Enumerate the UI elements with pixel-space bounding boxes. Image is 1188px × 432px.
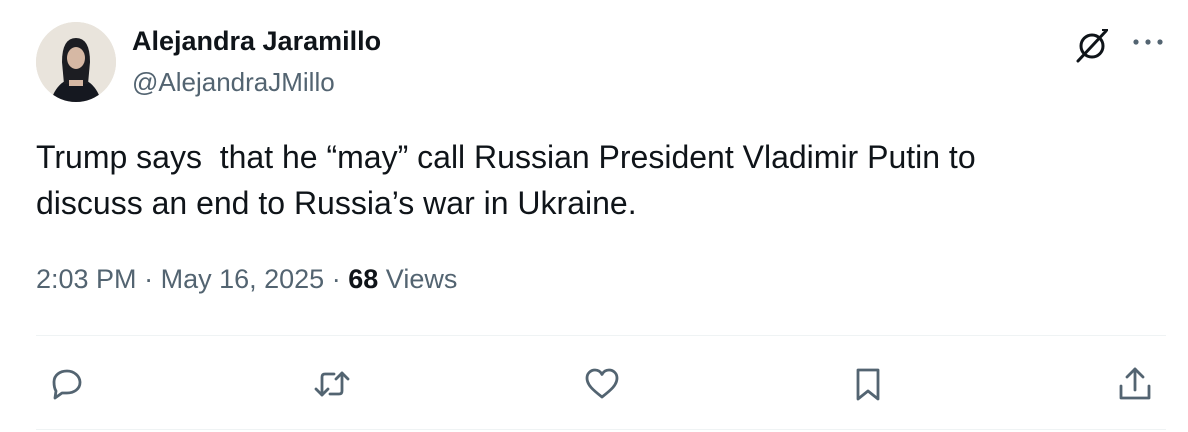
more-options-icon[interactable] (1128, 26, 1168, 66)
like-button[interactable] (582, 364, 622, 404)
author-display-name[interactable]: Alejandra Jaramillo (132, 26, 381, 57)
views-count: 68 (348, 264, 379, 294)
bookmark-button[interactable] (848, 364, 888, 404)
avatar[interactable] (36, 22, 116, 102)
tweet-metadata: 2:03 PM · May 16, 2025 · 68 Views (36, 264, 457, 295)
views-label: Views (385, 264, 458, 294)
share-button[interactable] (1115, 364, 1155, 404)
tweet-text: Trump says that he “may” call Russian Pr… (36, 139, 976, 221)
reply-button[interactable] (46, 364, 86, 404)
tweet-card: Alejandra Jaramillo @AlejandraJMillo Tru… (0, 0, 1188, 432)
divider (36, 429, 1166, 430)
reply-icon (52, 369, 82, 400)
retweet-button[interactable] (312, 364, 352, 404)
retweet-icon (314, 371, 350, 397)
grok-icon[interactable] (1072, 26, 1112, 66)
heart-icon (585, 368, 619, 399)
meta-separator: · (144, 264, 154, 294)
tweet-date[interactable]: May 16, 2025 (161, 264, 325, 294)
divider (36, 335, 1166, 336)
profile-photo-icon (36, 22, 116, 102)
meta-separator: · (331, 264, 341, 294)
share-icon (1119, 367, 1151, 400)
bookmark-icon (856, 368, 880, 401)
tweet-time[interactable]: 2:03 PM (36, 264, 137, 294)
author-handle[interactable]: @AlejandraJMillo (132, 67, 335, 98)
